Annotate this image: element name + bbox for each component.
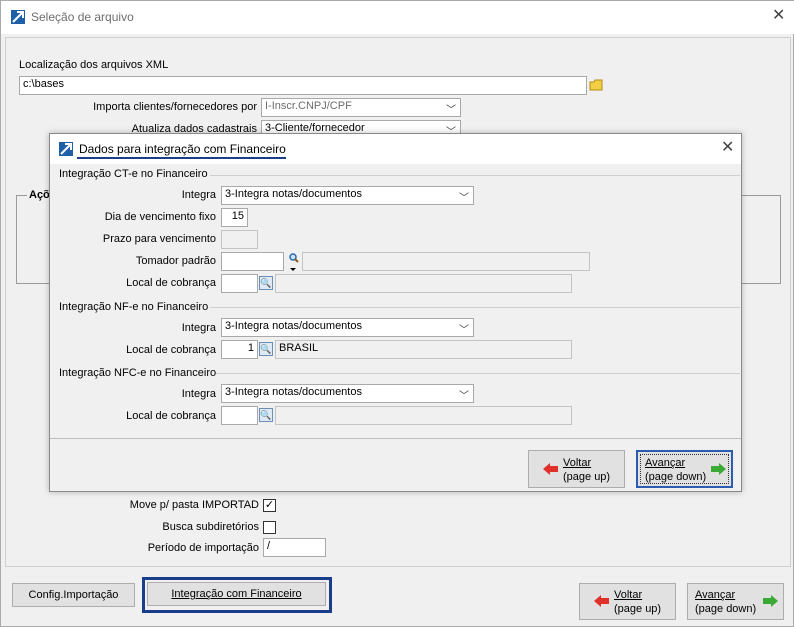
arrow-right-icon [710, 463, 726, 478]
back-line1: Voltar [614, 589, 643, 601]
chevron-down-icon: ﹀ [459, 325, 469, 336]
chevron-down-icon: ﹀ [459, 193, 469, 204]
cte-group-line [210, 175, 740, 176]
config-import-button[interactable]: Config.Importação [12, 583, 135, 607]
cte-payer-name [302, 252, 590, 271]
lookup-icon[interactable]: 🔍 [259, 342, 273, 356]
nfe-integra-value: 3-Integra notas/documentos [225, 320, 362, 332]
import-by-label: Importa clientes/fornecedores por [93, 101, 257, 113]
magnifier-icon[interactable] [288, 252, 300, 275]
nfce-billing-code[interactable] [221, 406, 258, 425]
dialog-app-icon [59, 142, 73, 156]
cte-integra-value: 3-Integra notas/documentos [225, 188, 362, 200]
nfe-group-label: Integração NF-e no Financeiro [59, 301, 209, 313]
cte-integra-label: Integra [181, 189, 216, 201]
lookup-icon[interactable]: 🔍 [259, 408, 273, 422]
app-icon [11, 10, 25, 24]
cte-due-day-input[interactable]: 15 [221, 208, 248, 227]
nfe-billing-label: Local de cobrança [126, 344, 216, 356]
dialog-title-bar: Dados para integração com Financeiro ✕ [50, 134, 741, 164]
subdirs-checkbox[interactable] [263, 521, 276, 534]
title-bar: Seleção de arquivo ✕ [1, 1, 794, 34]
subdirs-label: Busca subdiretórios [162, 521, 259, 533]
cte-group-label: Integração CT-e no Financeiro [59, 168, 208, 180]
dialog-next-line2: (page down) [645, 471, 707, 483]
nfce-integra-select[interactable]: 3-Integra notas/documentos ﹀ [221, 384, 474, 403]
cte-payer-input[interactable] [221, 252, 284, 271]
dialog-close-icon[interactable]: ✕ [721, 140, 734, 156]
dialog-back-line1: Voltar [563, 457, 592, 469]
window-title: Seleção de arquivo [31, 10, 134, 24]
integration-button[interactable]: Integração com Financeiro [147, 582, 326, 606]
move-label: Move p/ pasta IMPORTAD [129, 499, 259, 511]
back-line2: (page up) [614, 603, 662, 615]
cte-billing-label: Local de cobrança [126, 277, 216, 289]
arrow-left-icon [543, 463, 559, 478]
period-label: Período de importação [147, 542, 259, 554]
nfce-group-label: Integração NFC-e no Financeiro [59, 367, 217, 379]
cte-integra-select[interactable]: 3-Integra notas/documentos ﹀ [221, 186, 474, 205]
nfe-billing-name: BRASIL [275, 340, 572, 359]
chevron-down-icon: ﹀ [446, 105, 456, 116]
dialog-title-underline [77, 157, 286, 159]
xml-location-label: Localização dos arquivos XML [19, 59, 169, 71]
back-button[interactable]: Voltar (page up) [579, 583, 676, 620]
xml-location-input[interactable]: c:\bases [19, 76, 587, 95]
chevron-down-icon: ﹀ [459, 391, 469, 402]
folder-icon[interactable] [589, 79, 603, 94]
nfe-billing-code[interactable]: 1 [221, 340, 258, 359]
cte-billing-name [275, 274, 572, 293]
arrow-right-icon [762, 595, 778, 610]
dialog-back-line2: (page up) [563, 471, 611, 483]
nfce-billing-label: Local de cobrança [126, 410, 216, 422]
cte-payer-label: Tomador padrão [135, 255, 216, 267]
nfce-group-line [216, 373, 740, 374]
cte-term-input [221, 230, 258, 249]
arrow-left-icon [594, 595, 610, 610]
dialog-next-button[interactable]: Avançar (page down) [636, 450, 733, 488]
cte-term-label: Prazo para vencimento [102, 233, 216, 245]
close-icon[interactable]: ✕ [772, 8, 785, 24]
next-button[interactable]: Avançar (page down) [687, 583, 784, 620]
move-checkbox[interactable]: ✓ [263, 499, 276, 512]
dialog-back-button[interactable]: Voltar (page up) [528, 450, 625, 488]
dialog-next-line1: Avançar [645, 457, 686, 469]
nfce-integra-value: 3-Integra notas/documentos [225, 386, 362, 398]
lookup-icon[interactable]: 🔍 [259, 276, 273, 290]
nfce-billing-name [275, 406, 572, 425]
period-input[interactable]: / [263, 538, 326, 557]
nfe-integra-select[interactable]: 3-Integra notas/documentos ﹀ [221, 318, 474, 337]
cte-due-day-label: Dia de vencimento fixo [104, 211, 216, 223]
nfce-integra-label: Integra [181, 388, 216, 400]
dialog-footer-line [50, 438, 741, 439]
nfe-integra-label: Integra [181, 322, 216, 334]
import-by-value: I-Inscr.CNPJ/CPF [265, 100, 352, 112]
import-by-select: I-Inscr.CNPJ/CPF ﹀ [261, 98, 461, 117]
next-line1: Avançar [695, 589, 736, 601]
next-line2: (page down) [695, 603, 757, 615]
cte-billing-code[interactable] [221, 274, 258, 293]
dialog-title: Dados para integração com Financeiro [79, 142, 286, 156]
financial-integration-dialog: Dados para integração com Financeiro ✕ I… [49, 133, 742, 492]
nfe-group-line [210, 307, 740, 308]
